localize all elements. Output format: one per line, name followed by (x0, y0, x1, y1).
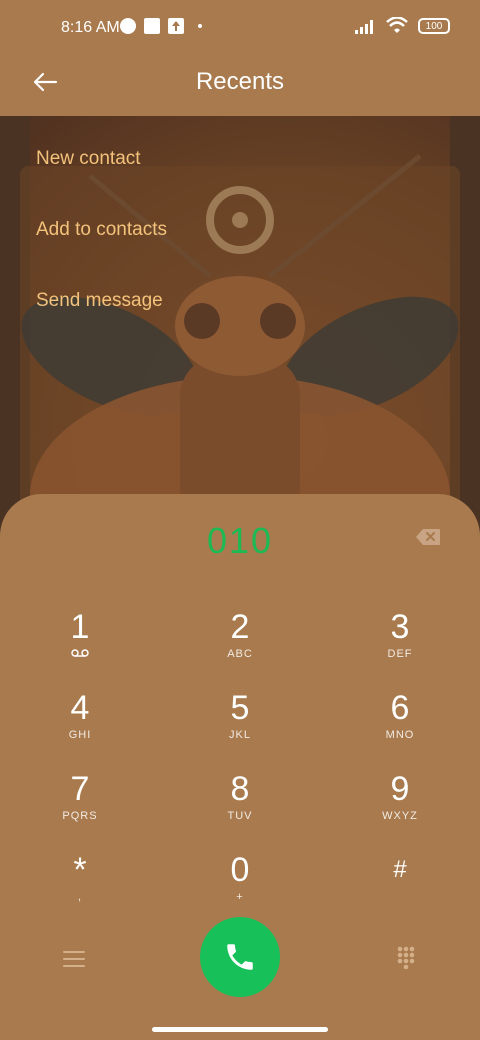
dial-key-3-letters: DEF (387, 648, 413, 660)
dial-key-star-symbol: * (73, 851, 87, 889)
dial-key-1-number: 1 (70, 608, 90, 646)
dial-key-0-number: 0 (230, 851, 250, 889)
dial-key-9-number: 9 (390, 770, 410, 808)
app-notification-icon (120, 18, 136, 34)
wifi-icon (386, 17, 408, 33)
voicemail-icon (71, 649, 89, 657)
more-notifications-icon (198, 24, 202, 28)
dial-key-2[interactable]: 2 ABC (180, 610, 300, 680)
dial-key-3-number: 3 (390, 608, 410, 646)
dial-key-7[interactable]: 7 PQRS (20, 772, 140, 842)
notification-icons (120, 18, 202, 34)
dial-key-4-letters: GHI (68, 729, 92, 741)
page-title: Recents (195, 68, 285, 95)
dial-key-7-letters: PQRS (62, 810, 98, 822)
dial-key-8[interactable]: 8 TUV (180, 772, 300, 842)
dial-key-3[interactable]: 3 DEF (340, 610, 460, 680)
dial-key-5-number: 5 (230, 689, 250, 727)
dial-key-4[interactable]: 4 GHI (20, 691, 140, 761)
dial-key-6-number: 6 (390, 689, 410, 727)
system-status-icons: 100 (354, 17, 450, 35)
upload-notification-icon (168, 18, 184, 34)
backspace-icon[interactable] (415, 528, 441, 546)
phone-icon (227, 944, 253, 970)
battery-icon: 100 (418, 18, 450, 34)
dial-key-6-letters: MNO (385, 729, 415, 741)
app-bar: Recents (0, 56, 480, 116)
dial-key-9[interactable]: 9 WXYZ (340, 772, 460, 842)
home-indicator[interactable] (152, 1027, 328, 1032)
add-to-contacts-menu-item[interactable]: Add to contacts (36, 219, 167, 241)
menu-icon[interactable] (63, 949, 85, 969)
dial-key-7-number: 7 (70, 770, 90, 808)
dial-key-hash-symbol: # (393, 856, 407, 883)
dialer-bottom-bar (0, 909, 480, 1009)
dial-key-1[interactable]: 1 (20, 610, 140, 680)
dial-key-2-number: 2 (230, 608, 250, 646)
dial-key-4-number: 4 (70, 689, 90, 727)
dialpad-toggle-icon[interactable] (396, 945, 416, 969)
dial-key-5[interactable]: 5 JKL (180, 691, 300, 761)
dial-key-star-sub: , (77, 891, 83, 903)
status-bar: 8:16 AM 100 (0, 0, 480, 56)
dial-key-8-letters: TUV (227, 810, 253, 822)
call-button[interactable] (200, 917, 280, 997)
dial-key-0-plus: + (236, 891, 244, 903)
status-time: 8:16 AM (61, 19, 120, 36)
send-message-menu-item[interactable]: Send message (36, 290, 163, 312)
dial-key-5-letters: JKL (229, 729, 251, 741)
dial-key-9-letters: WXYZ (382, 810, 418, 822)
dial-key-2-letters: ABC (227, 648, 253, 660)
signal-icon (355, 20, 373, 34)
dialed-number: 010 (206, 520, 274, 561)
dial-key-6[interactable]: 6 MNO (340, 691, 460, 761)
dial-key-8-number: 8 (230, 770, 250, 808)
square-notification-icon (144, 18, 160, 34)
new-contact-menu-item[interactable]: New contact (36, 148, 141, 170)
